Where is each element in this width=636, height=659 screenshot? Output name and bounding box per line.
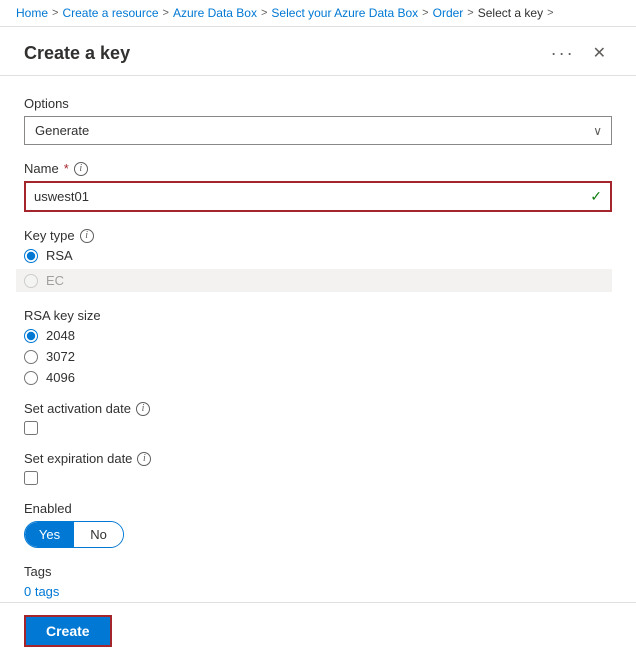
panel-header: Create a key ··· ✕ — [0, 27, 636, 76]
expiration-date-checkbox[interactable] — [24, 471, 38, 485]
name-label: Name * i — [24, 161, 612, 176]
rsa-2048-label: 2048 — [46, 328, 75, 343]
rsa-key-size-group: RSA key size 2048 3072 4096 — [24, 308, 612, 385]
breadcrumb-select-key: Select a key — [478, 6, 543, 20]
name-label-text: Name — [24, 161, 59, 176]
key-type-ec-label: EC — [46, 273, 64, 288]
key-type-radio-group: RSA EC — [24, 248, 612, 292]
breadcrumb-sep-6: > — [547, 7, 553, 19]
create-button[interactable]: Create — [24, 615, 112, 647]
breadcrumb-azure-data-box[interactable]: Azure Data Box — [173, 6, 257, 20]
rsa-4096-label: 4096 — [46, 370, 75, 385]
panel-footer: Create — [0, 602, 636, 659]
name-check-icon: ✓ — [582, 188, 610, 205]
name-required-marker: * — [64, 161, 69, 176]
enabled-label: Enabled — [24, 501, 612, 516]
expiration-date-checkbox-item — [24, 471, 612, 485]
enabled-toggle[interactable]: Yes No — [24, 521, 124, 548]
breadcrumb-sep-5: > — [467, 7, 473, 19]
breadcrumb-sep-4: > — [422, 7, 428, 19]
panel-title: Create a key — [24, 43, 541, 64]
breadcrumb-sep-3: > — [261, 7, 267, 19]
breadcrumb: Home > Create a resource > Azure Data Bo… — [0, 0, 636, 27]
close-icon[interactable]: ✕ — [587, 41, 612, 65]
breadcrumb-home[interactable]: Home — [16, 6, 48, 20]
options-label-text: Options — [24, 96, 69, 111]
rsa-size-radio-group: 2048 3072 4096 — [24, 328, 612, 385]
activation-date-group: Set activation date i — [24, 401, 612, 435]
rsa-key-size-label: RSA key size — [24, 308, 612, 323]
panel-body: Options Generate Import Restore Backup N… — [0, 76, 636, 602]
key-type-rsa-item: RSA — [24, 248, 612, 263]
name-input-wrapper: ✓ — [24, 181, 612, 212]
create-key-panel: Create a key ··· ✕ Options Generate Impo… — [0, 27, 636, 659]
breadcrumb-sep-1: > — [52, 7, 58, 19]
key-type-rsa-radio[interactable] — [24, 249, 38, 263]
rsa-4096-radio[interactable] — [24, 371, 38, 385]
options-label: Options — [24, 96, 612, 111]
options-group: Options Generate Import Restore Backup — [24, 96, 612, 145]
tags-label: Tags — [24, 564, 612, 579]
activation-date-label: Set activation date i — [24, 401, 612, 416]
breadcrumb-sep-2: > — [163, 7, 169, 19]
rsa-3072-item: 3072 — [24, 349, 612, 364]
rsa-key-size-label-text: RSA key size — [24, 308, 101, 323]
key-type-label-text: Key type — [24, 228, 75, 243]
options-select[interactable]: Generate Import Restore Backup — [24, 116, 612, 145]
key-type-group: Key type i RSA EC — [24, 228, 612, 292]
name-group: Name * i ✓ — [24, 161, 612, 212]
rsa-3072-label: 3072 — [46, 349, 75, 364]
toggle-no[interactable]: No — [74, 522, 123, 547]
rsa-4096-item: 4096 — [24, 370, 612, 385]
tags-link[interactable]: 0 tags — [24, 584, 59, 599]
page-wrapper: Home > Create a resource > Azure Data Bo… — [0, 0, 636, 659]
expiration-date-info-icon[interactable]: i — [137, 452, 151, 466]
enabled-label-text: Enabled — [24, 501, 72, 516]
activation-date-checkbox[interactable] — [24, 421, 38, 435]
expiration-date-label: Set expiration date i — [24, 451, 612, 466]
rsa-2048-radio[interactable] — [24, 329, 38, 343]
more-options-icon[interactable]: ··· — [551, 43, 575, 64]
breadcrumb-order[interactable]: Order — [433, 6, 464, 20]
activation-date-checkbox-item — [24, 421, 612, 435]
expiration-date-group: Set expiration date i — [24, 451, 612, 485]
name-input[interactable] — [26, 183, 582, 210]
key-type-ec-radio[interactable] — [24, 274, 38, 288]
breadcrumb-create-resource[interactable]: Create a resource — [62, 6, 158, 20]
tags-label-text: Tags — [24, 564, 51, 579]
activation-date-info-icon[interactable]: i — [136, 402, 150, 416]
tags-group: Tags 0 tags — [24, 564, 612, 599]
expiration-date-label-text: Set expiration date — [24, 451, 132, 466]
enabled-group: Enabled Yes No — [24, 501, 612, 548]
options-select-wrapper: Generate Import Restore Backup — [24, 116, 612, 145]
toggle-yes[interactable]: Yes — [25, 522, 74, 547]
key-type-rsa-label: RSA — [46, 248, 73, 263]
breadcrumb-select-azure-data-box[interactable]: Select your Azure Data Box — [271, 6, 418, 20]
key-type-info-icon[interactable]: i — [80, 229, 94, 243]
rsa-3072-radio[interactable] — [24, 350, 38, 364]
key-type-ec-item: EC — [16, 269, 612, 292]
key-type-label: Key type i — [24, 228, 612, 243]
activation-date-label-text: Set activation date — [24, 401, 131, 416]
rsa-2048-item: 2048 — [24, 328, 612, 343]
name-info-icon[interactable]: i — [74, 162, 88, 176]
